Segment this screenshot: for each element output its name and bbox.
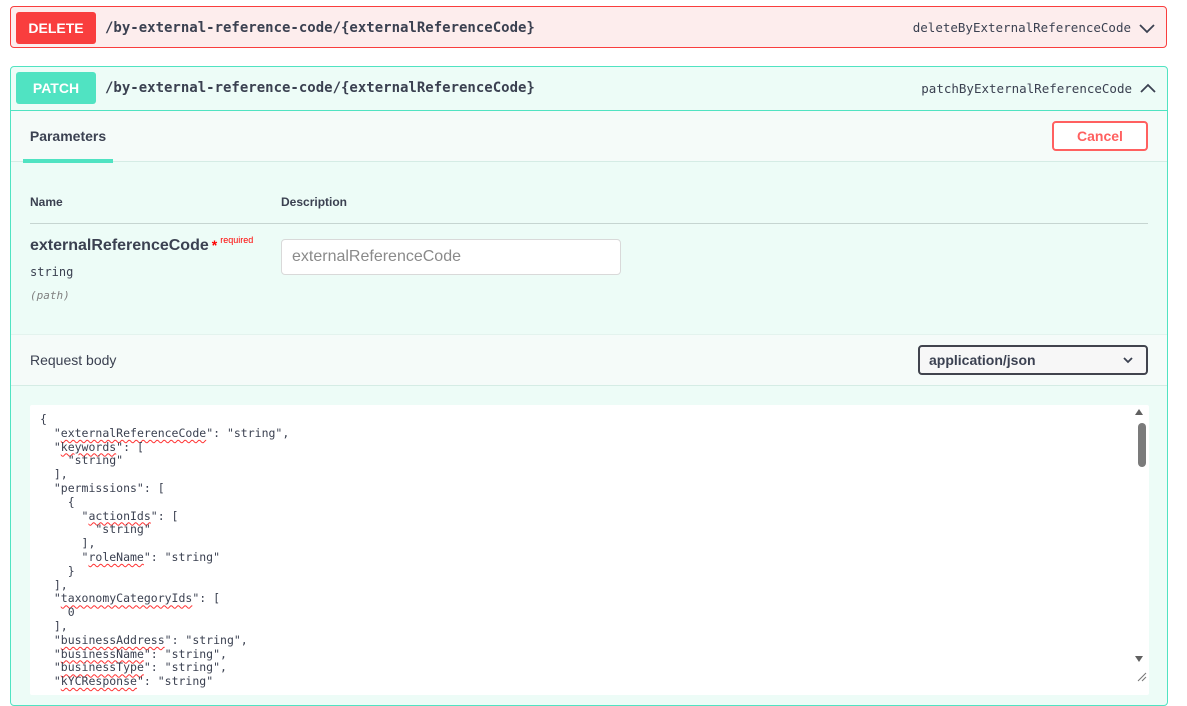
resize-handle-icon[interactable] bbox=[1135, 670, 1147, 682]
parameter-type: string bbox=[30, 265, 74, 279]
operation-path: /by-external-reference-code/{externalRef… bbox=[105, 80, 535, 96]
required-star: * bbox=[211, 237, 218, 253]
operation-id: patchByExternalReferenceCode bbox=[921, 81, 1132, 96]
column-divider bbox=[30, 223, 1148, 224]
scroll-up-arrow[interactable] bbox=[1135, 409, 1143, 415]
cancel-button[interactable]: Cancel bbox=[1052, 121, 1148, 151]
chevron-up-icon[interactable] bbox=[1139, 80, 1157, 96]
external-reference-code-input[interactable] bbox=[281, 239, 621, 275]
parameter-name: externalReferenceCode * required bbox=[30, 235, 254, 255]
method-badge-patch: PATCH bbox=[16, 72, 96, 104]
operation-path: /by-external-reference-code/{externalRef… bbox=[105, 20, 535, 36]
column-header-description: Description bbox=[281, 195, 348, 209]
chevron-down-icon[interactable] bbox=[1138, 20, 1156, 36]
chevron-down-icon bbox=[1123, 357, 1133, 364]
method-badge-delete: DELETE bbox=[16, 12, 96, 44]
parameter-location: (path) bbox=[30, 289, 70, 302]
content-type-select[interactable]: application/json bbox=[918, 345, 1148, 375]
request-body-editor[interactable]: { "externalReferenceCode": "string", "ke… bbox=[30, 405, 1149, 695]
request-body-label: Request body bbox=[30, 352, 117, 368]
scrollbar-thumb[interactable] bbox=[1138, 423, 1146, 467]
parameter-name-text: externalReferenceCode bbox=[30, 237, 209, 254]
operation-delete[interactable]: DELETE /by-external-reference-code/{exte… bbox=[10, 6, 1167, 48]
request-body-code[interactable]: { "externalReferenceCode": "string", "ke… bbox=[40, 412, 289, 689]
operation-id: deleteByExternalReferenceCode bbox=[912, 20, 1131, 35]
content-type-value: application/json bbox=[929, 352, 1036, 368]
operation-patch: PATCH /by-external-reference-code/{exter… bbox=[10, 66, 1168, 706]
scroll-down-arrow[interactable] bbox=[1135, 656, 1143, 662]
tab-parameters[interactable]: Parameters bbox=[23, 111, 113, 163]
parameters-section-header: Parameters Cancel bbox=[11, 111, 1167, 163]
column-header-name: Name bbox=[30, 195, 63, 209]
required-label: required bbox=[220, 235, 254, 245]
request-body-header: Request body application/json bbox=[11, 334, 1167, 386]
operation-header-patch[interactable]: PATCH /by-external-reference-code/{exter… bbox=[11, 67, 1167, 111]
